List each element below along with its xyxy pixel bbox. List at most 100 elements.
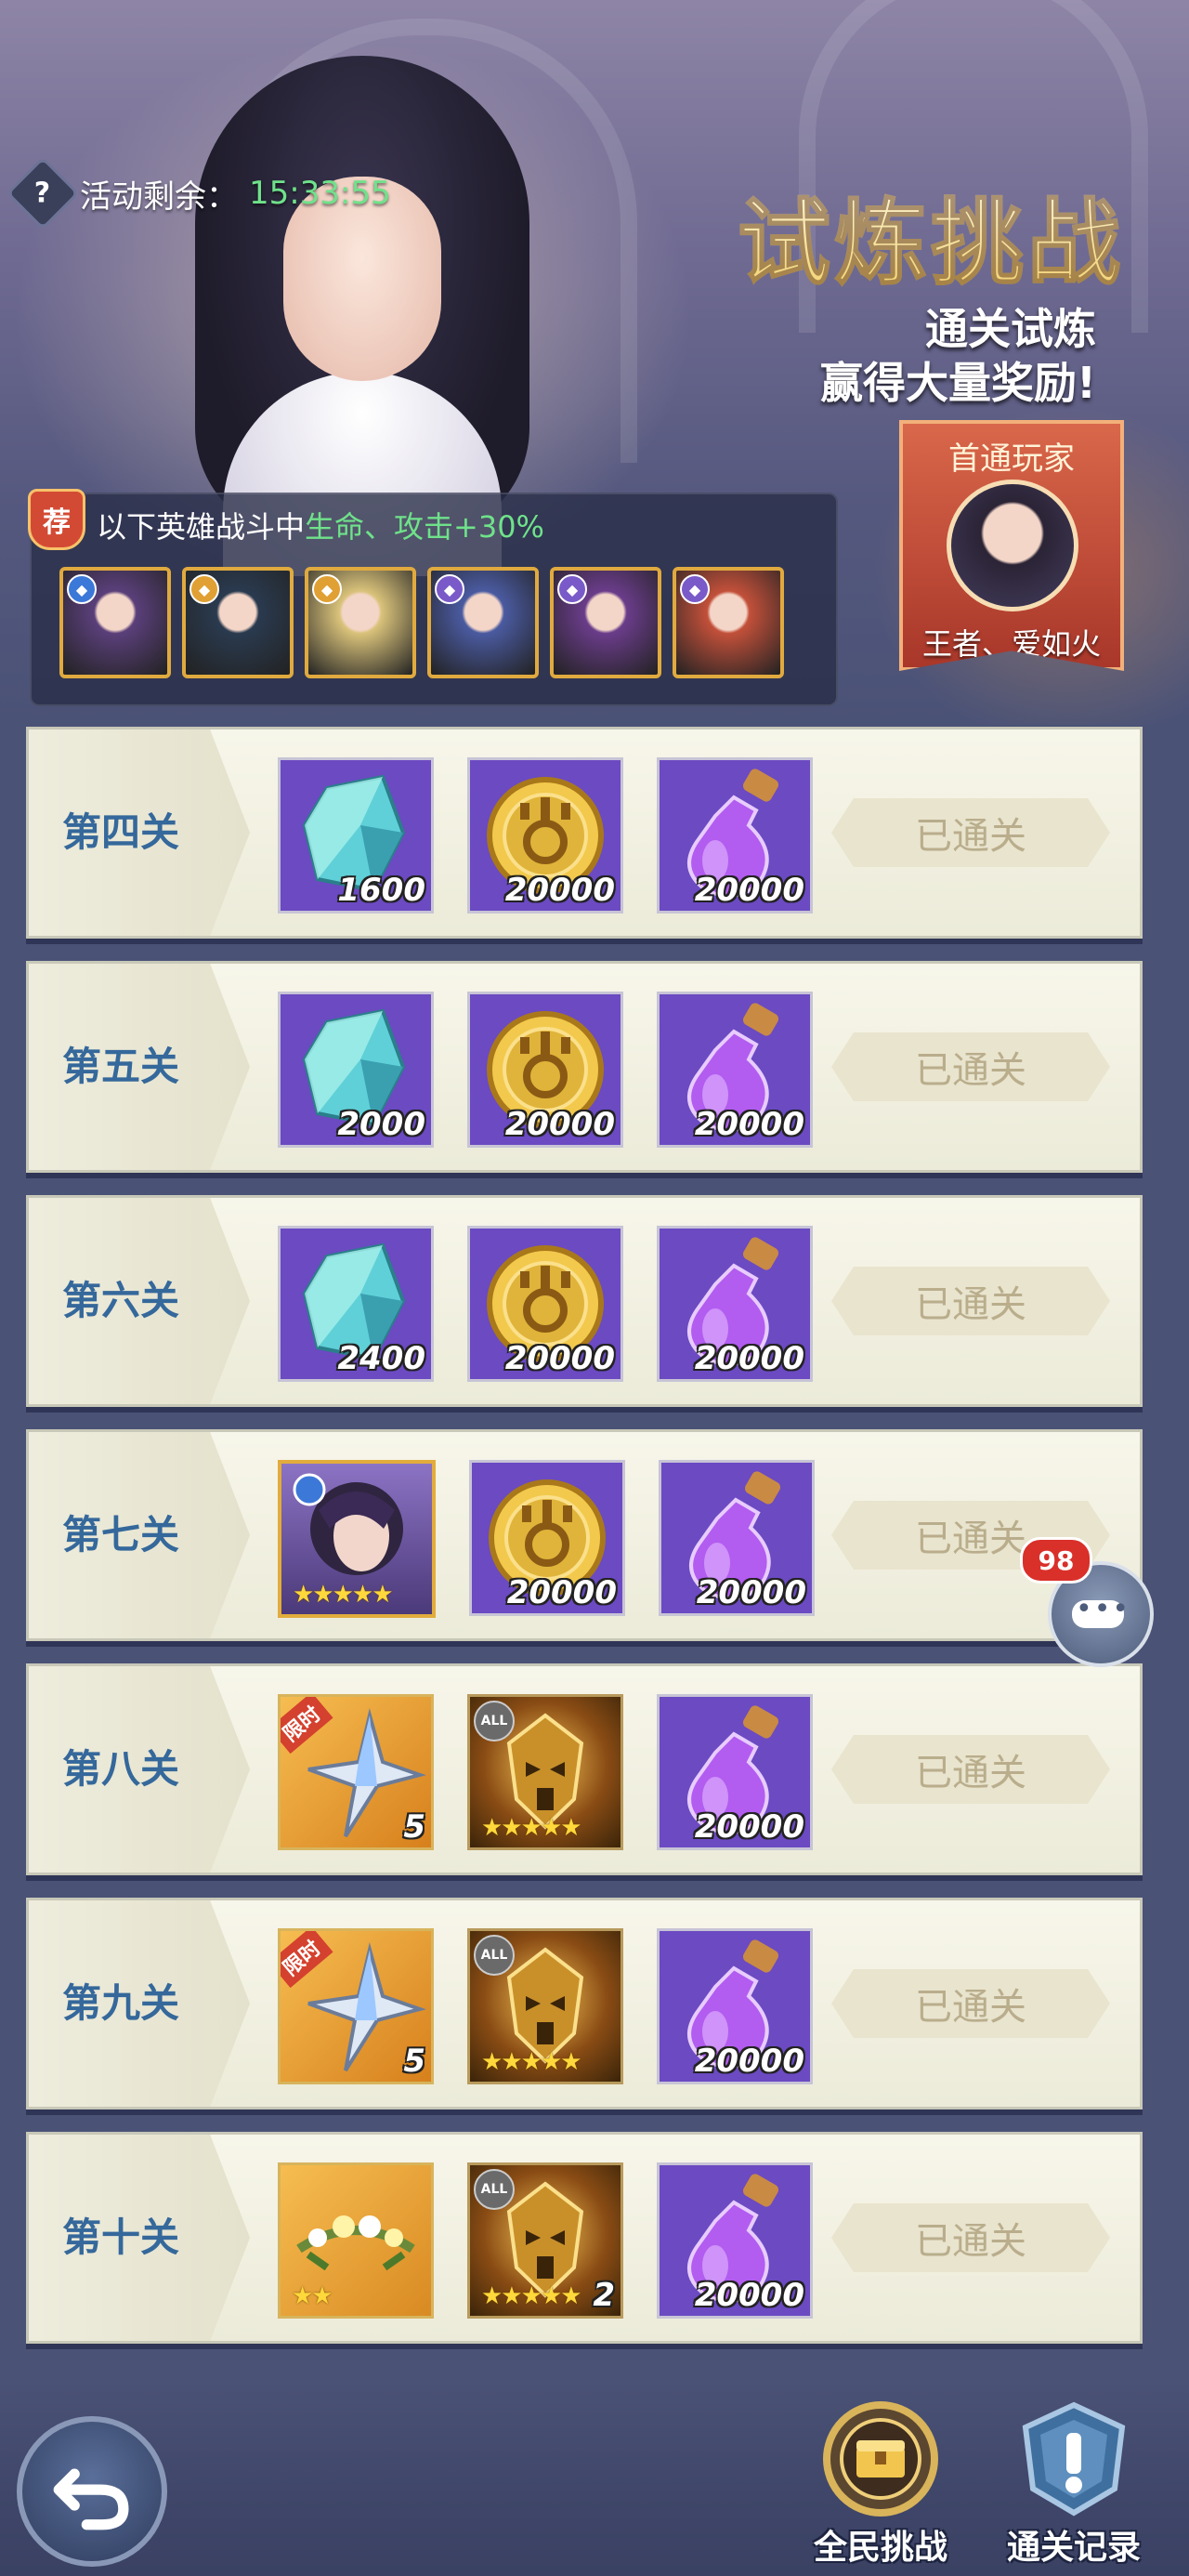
stage-card: 第六关 2400 20000 20000 已通关 bbox=[26, 1195, 1143, 1407]
reward-potion[interactable]: 20000 bbox=[657, 992, 813, 1148]
treasure-emblem-icon bbox=[823, 2401, 938, 2517]
first-clear-banner[interactable]: 首通玩家 王者、爱如火 bbox=[899, 420, 1124, 671]
exclamation-shield-icon bbox=[1022, 2401, 1126, 2517]
reward-count: 5 bbox=[403, 1808, 425, 1846]
buff-hero-portrait[interactable]: ◆ bbox=[305, 567, 416, 678]
all-challenge-button[interactable]: 全民挑战 bbox=[797, 2399, 964, 2576]
all-tag: ALL bbox=[474, 1701, 515, 1741]
buff-hero-portrait[interactable]: ◆ bbox=[59, 567, 171, 678]
stage-cleared-button[interactable]: 已通关 bbox=[831, 2203, 1110, 2272]
reward-count: 20000 bbox=[694, 1340, 804, 1377]
stage-cleared-button[interactable]: 已通关 bbox=[831, 1267, 1110, 1335]
reward-crystal[interactable]: 2000 bbox=[278, 992, 434, 1148]
page-title: 试炼挑战 bbox=[737, 167, 1124, 302]
reward-potion[interactable]: 20000 bbox=[659, 1460, 815, 1616]
star-rating: ★★★★★ bbox=[481, 2282, 582, 2310]
reward-gold-coin[interactable]: 20000 bbox=[467, 757, 623, 913]
timer-value: 15:33:55 bbox=[249, 175, 391, 212]
event-timer: ? 活动剩余： 15:33:55 bbox=[6, 156, 391, 230]
reward-potion[interactable]: 20000 bbox=[657, 2162, 813, 2319]
dark-icon: ◆ bbox=[435, 574, 464, 604]
buff-text-highlight: 生命、攻击+30% bbox=[305, 509, 544, 545]
water-icon: ◆ bbox=[67, 574, 97, 604]
reward-crystal[interactable]: 2400 bbox=[278, 1226, 434, 1382]
stage-cleared-button[interactable]: 已通关 bbox=[831, 1969, 1110, 2038]
reward-list: 限时 5 ALL ★★★★★ 20000 bbox=[278, 1694, 813, 1850]
reward-count: 20000 bbox=[694, 2043, 804, 2080]
buff-hero-portrait[interactable]: ◆ bbox=[182, 567, 294, 678]
reward-limited-shard[interactable]: 限时 5 bbox=[278, 1694, 434, 1850]
all-tag: ALL bbox=[474, 1935, 515, 1976]
recommend-badge: 荐 bbox=[28, 489, 85, 550]
stage-label: 第七关 bbox=[62, 1512, 180, 1557]
star-rating: ★★★★★ bbox=[481, 1814, 582, 1842]
reward-potion[interactable]: 20000 bbox=[657, 1694, 813, 1850]
reward-potion[interactable]: 20000 bbox=[657, 757, 813, 913]
clear-record-button[interactable]: 通关记录 bbox=[990, 2399, 1157, 2576]
reward-limited-shard[interactable]: 限时 5 bbox=[278, 1928, 434, 2084]
dark-icon: ◆ bbox=[557, 574, 587, 604]
reward-crystal[interactable]: 1600 bbox=[278, 757, 434, 913]
buff-hero-portrait[interactable]: ◆ bbox=[550, 567, 661, 678]
back-button[interactable] bbox=[17, 2416, 167, 2567]
reward-count: 20000 bbox=[506, 1574, 617, 1611]
reward-flower-crown[interactable]: ★★ bbox=[278, 2162, 434, 2319]
reward-hero-card[interactable]: ★★★★★ bbox=[278, 1460, 436, 1618]
reward-count: 20000 bbox=[504, 1340, 615, 1377]
stage-card: 第五关 2000 20000 20000 已通关 bbox=[26, 961, 1143, 1173]
timer-label: 活动剩余： bbox=[80, 177, 238, 216]
buff-hero-portrait[interactable]: ◆ bbox=[673, 567, 784, 678]
stage-card: 第十关 ★★ ALL ★★★★★ 2 20000 已通关 bbox=[26, 2132, 1143, 2344]
reward-list: 1600 20000 20000 bbox=[278, 757, 813, 913]
stage-card: 第九关 限时 5 ALL ★★★★★ 20000 已通关 bbox=[26, 1898, 1143, 2109]
reward-list: 限时 5 ALL ★★★★★ 20000 bbox=[278, 1928, 813, 2084]
reward-count: 20000 bbox=[694, 2277, 804, 2314]
stage-label: 第六关 bbox=[62, 1278, 180, 1323]
hero-buff-panel: 荐 以下英雄战斗中生命、攻击+30% ◆ ◆ ◆ ◆ ◆ ◆ bbox=[28, 489, 838, 706]
reward-count: 20000 bbox=[694, 1808, 804, 1846]
reward-count: 2400 bbox=[337, 1340, 425, 1377]
chat-unread-badge: 98 bbox=[1020, 1537, 1092, 1584]
stage-cleared-button[interactable]: 已通关 bbox=[831, 1032, 1110, 1101]
reward-count: 2000 bbox=[337, 1106, 425, 1143]
stage-card: 第四关 1600 20000 20000 已通关 bbox=[26, 727, 1143, 939]
reward-potion[interactable]: 20000 bbox=[657, 1226, 813, 1382]
star-rating: ★★★★★ bbox=[293, 1581, 394, 1609]
star-rating: ★★ bbox=[292, 2282, 333, 2310]
reward-potion[interactable]: 20000 bbox=[657, 1928, 813, 2084]
stage-label: 第五关 bbox=[62, 1044, 180, 1089]
back-arrow-icon bbox=[53, 2468, 129, 2530]
reward-count: 20000 bbox=[694, 872, 804, 909]
first-clear-avatar bbox=[947, 480, 1078, 611]
reward-all-hero-mask[interactable]: ALL ★★★★★ 2 bbox=[467, 2162, 623, 2319]
dark-icon: ◆ bbox=[680, 574, 710, 604]
reward-count: 20000 bbox=[694, 1106, 804, 1143]
stage-label: 第九关 bbox=[62, 1980, 180, 2026]
help-icon[interactable]: ? bbox=[6, 156, 80, 230]
reward-list: 2400 20000 20000 bbox=[278, 1226, 813, 1382]
reward-list: ★★ ALL ★★★★★ 2 20000 bbox=[278, 2162, 813, 2319]
stage-cleared-button[interactable]: 已通关 bbox=[831, 798, 1110, 867]
heroine-illustration bbox=[56, 37, 669, 576]
buff-hero-portrait[interactable]: ◆ bbox=[427, 567, 539, 678]
reward-gold-coin[interactable]: 20000 bbox=[467, 1226, 623, 1382]
subtitle-line-1: 通关试炼 bbox=[925, 304, 1096, 354]
stage-label: 第四关 bbox=[62, 809, 180, 855]
stage-card: 第七关 ★★★★★ 20000 20000 已通关 bbox=[26, 1429, 1143, 1641]
reward-all-hero-mask[interactable]: ALL ★★★★★ bbox=[467, 1694, 623, 1850]
reward-count: 5 bbox=[403, 2043, 425, 2080]
chat-icon bbox=[1072, 1593, 1130, 1628]
star-rating: ★★★★★ bbox=[481, 2048, 582, 2076]
reward-gold-coin[interactable]: 20000 bbox=[467, 992, 623, 1148]
buff-description: 以下英雄战斗中生命、攻击+30% bbox=[97, 504, 544, 546]
reward-all-hero-mask[interactable]: ALL ★★★★★ bbox=[467, 1928, 623, 2084]
reward-list: 2000 20000 20000 bbox=[278, 992, 813, 1148]
clear-record-label: 通关记录 bbox=[1006, 2529, 1141, 2567]
reward-gold-coin[interactable]: 20000 bbox=[469, 1460, 625, 1616]
reward-count: 2 bbox=[593, 2277, 615, 2314]
stage-cleared-button[interactable]: 已通关 bbox=[831, 1735, 1110, 1804]
all-challenge-label: 全民挑战 bbox=[813, 2529, 947, 2567]
reward-count: 1600 bbox=[337, 872, 425, 909]
reward-count: 20000 bbox=[504, 1106, 615, 1143]
first-clear-title: 首通玩家 bbox=[948, 440, 1075, 478]
